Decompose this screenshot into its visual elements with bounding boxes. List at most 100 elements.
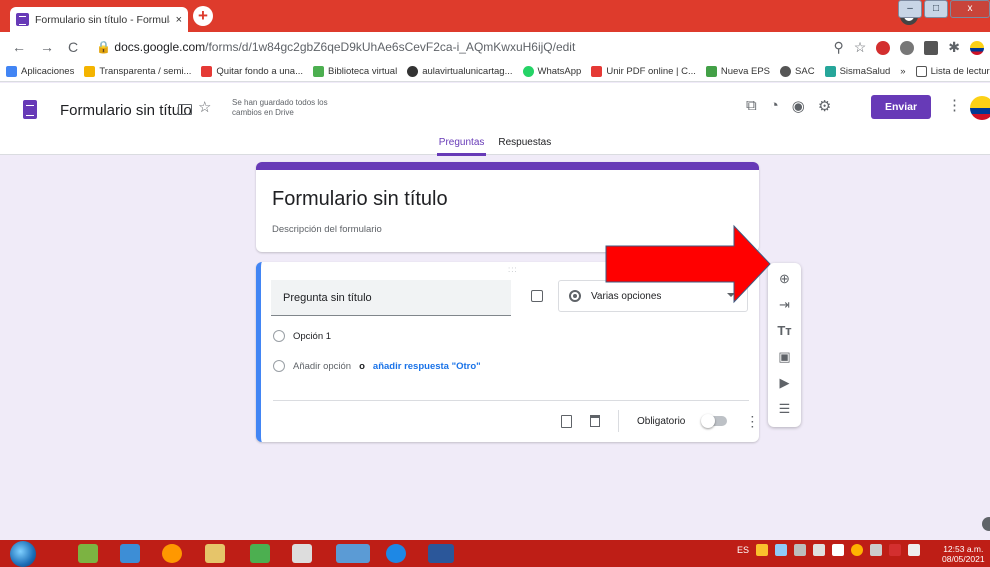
preview-eye-icon[interactable]: ◉ <box>792 97 805 115</box>
checkmark-icon <box>705 66 717 77</box>
flag-icon[interactable] <box>908 544 921 556</box>
bookmark-item[interactable]: Aplicaciones <box>6 66 74 77</box>
save-status: Se han guardado todos los cambios en Dri… <box>232 98 328 117</box>
bookmark-favicon-icon <box>824 66 836 77</box>
tray-icon[interactable] <box>794 544 807 556</box>
window-controls: – □ x <box>898 0 990 18</box>
back-icon[interactable]: ← <box>12 39 26 55</box>
question-more-icon[interactable]: ⋮ <box>745 413 759 430</box>
drag-handle-icon[interactable]: ::: <box>508 265 518 274</box>
add-image-icon[interactable] <box>531 290 543 302</box>
add-option-row: Añadir opción o añadir respuesta "Otro" <box>273 360 481 372</box>
tray-icon[interactable] <box>813 544 826 556</box>
required-toggle[interactable] <box>701 414 728 428</box>
address-bar: ← → C 🔒 docs.google.com/forms/d/1w84gc2g… <box>0 32 990 62</box>
question-title-input[interactable]: Pregunta sin título <box>271 280 511 316</box>
more-options-icon[interactable]: ⋮ <box>947 96 962 114</box>
bookmark-item[interactable]: Nueva EPS <box>705 66 770 77</box>
profile-avatar-icon[interactable] <box>970 40 984 55</box>
radio-empty-icon <box>273 360 285 372</box>
apps-grid-icon <box>6 66 17 77</box>
bookmark-star-icon[interactable]: ☆ <box>854 39 867 56</box>
document-title[interactable]: Formulario sin título <box>60 102 192 119</box>
file-explorer-icon[interactable] <box>205 544 225 563</box>
duplicate-icon[interactable] <box>561 414 572 428</box>
forward-icon[interactable]: → <box>40 39 54 55</box>
signal-icon[interactable] <box>832 544 845 556</box>
browser-tab[interactable]: Formulario sin título - Formulario × <box>10 7 188 32</box>
minimize-button[interactable]: – <box>898 0 922 18</box>
tray-icon[interactable] <box>889 544 902 556</box>
zoom-icon[interactable]: ⚲ <box>833 39 843 56</box>
form-title[interactable]: Formulario sin título <box>272 188 448 211</box>
bookmark-item[interactable]: WhatsApp <box>522 66 581 77</box>
taskbar-media-icon[interactable] <box>120 544 140 563</box>
url-field[interactable]: 🔒 docs.google.com/forms/d/1w84gc2gbZ6qeD… <box>96 40 575 54</box>
taskbar: ES 12:53 a.m. 08/05/2021 <box>0 540 990 567</box>
url-host: docs.google.com <box>114 40 206 54</box>
network-icon[interactable] <box>870 544 883 556</box>
required-label: Obligatorio <box>637 415 686 427</box>
extension-icon[interactable] <box>924 40 939 55</box>
add-other-link[interactable]: añadir respuesta "Otro" <box>373 361 481 372</box>
tray-icon[interactable] <box>775 544 788 556</box>
star-icon[interactable]: ☆ <box>198 98 211 116</box>
forms-logo-icon[interactable] <box>23 100 37 119</box>
word-icon[interactable] <box>428 544 454 563</box>
addon-puzzle-icon[interactable]: ⧉ <box>746 97 757 115</box>
option-label[interactable]: Opción 1 <box>293 331 331 342</box>
taskbar-app-icon[interactable] <box>78 544 98 563</box>
forms-header: Formulario sin título ☆ Se han guardado … <box>0 83 990 156</box>
extension-icon[interactable] <box>900 40 915 55</box>
bookmarks-bar: Aplicaciones Transparenta / semi... Quit… <box>0 62 990 82</box>
bookmark-item[interactable]: Unir PDF online | C... <box>591 66 696 77</box>
extensions-puzzle-icon[interactable]: ✱ <box>948 39 960 56</box>
tab-close-icon[interactable]: × <box>176 14 182 26</box>
add-title-icon[interactable]: Tт <box>768 323 801 338</box>
settings-gear-icon[interactable]: ⚙ <box>818 97 831 115</box>
start-button[interactable] <box>10 541 36 567</box>
bookmark-item[interactable]: Biblioteca virtual <box>313 66 397 77</box>
tray-icon[interactable] <box>756 544 769 556</box>
bookmark-item[interactable]: aulavirtualunicartag... <box>407 66 513 77</box>
reload-icon[interactable]: C <box>68 39 78 55</box>
bookmark-favicon-icon <box>84 66 96 77</box>
form-description[interactable]: Descripción del formulario <box>272 224 382 235</box>
system-tray: ES <box>737 544 921 556</box>
palette-icon[interactable]: ◔ <box>770 97 779 115</box>
add-section-icon[interactable]: ☰ <box>768 401 801 417</box>
close-window-button[interactable]: x <box>950 0 990 18</box>
bookmark-favicon-icon <box>591 66 603 77</box>
taskbar-app-icon[interactable] <box>250 544 270 563</box>
bookmark-item[interactable]: SAC <box>780 66 815 77</box>
help-icon[interactable] <box>982 517 990 531</box>
delete-icon[interactable] <box>590 415 600 427</box>
bookmark-favicon-icon <box>201 66 213 77</box>
reading-list[interactable]: Lista de lectura <box>915 66 990 77</box>
language-indicator[interactable]: ES <box>737 545 749 555</box>
arrow-shape <box>605 224 771 304</box>
bookmark-item[interactable]: Quitar fondo a una... <box>201 66 303 77</box>
bookmarks-overflow[interactable]: » <box>900 66 905 77</box>
new-tab-button[interactable]: + <box>193 6 213 26</box>
bookmark-item[interactable]: Transparenta / semi... <box>84 66 191 77</box>
tray-icon[interactable] <box>851 544 864 556</box>
taskbar-app-icon[interactable] <box>292 544 312 563</box>
add-image-icon[interactable]: ▣ <box>768 349 801 365</box>
bookmark-item[interactable]: SismaSalud <box>824 66 890 77</box>
tab-respuestas[interactable]: Respuestas <box>496 135 553 156</box>
folder-icon[interactable] <box>178 104 192 115</box>
chrome-taskbar-icon[interactable] <box>336 544 370 563</box>
internet-explorer-icon[interactable] <box>386 544 406 563</box>
adblock-extension-icon[interactable] <box>876 40 891 55</box>
send-button[interactable]: Enviar <box>871 95 931 119</box>
forms-favicon-icon <box>16 13 29 26</box>
add-video-icon[interactable]: ▶ <box>768 375 801 391</box>
maximize-button[interactable]: □ <box>924 0 948 18</box>
add-option-link[interactable]: Añadir opción <box>293 361 351 372</box>
avatar[interactable] <box>970 96 990 120</box>
tab-preguntas[interactable]: Preguntas <box>436 135 487 156</box>
firefox-icon[interactable] <box>162 544 182 563</box>
bookmark-favicon-icon <box>407 66 419 77</box>
system-clock[interactable]: 12:53 a.m. 08/05/2021 <box>942 544 985 564</box>
